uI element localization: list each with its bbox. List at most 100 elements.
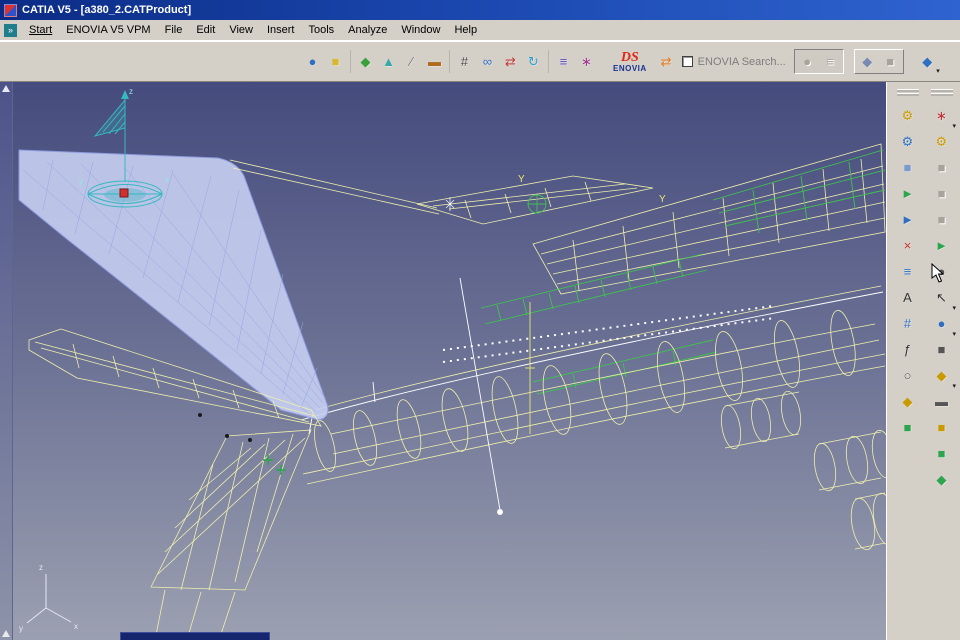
compass-handle[interactable] [120, 189, 128, 197]
annotation-pen-icon[interactable]: ▬ [423, 50, 446, 73]
menu-item-analyze[interactable]: Analyze [341, 21, 394, 39]
disconnect-glyph: × [904, 239, 912, 252]
enovia-search-field[interactable]: ENOVIA Search... [698, 56, 786, 68]
aircraft-model[interactable]: Y Y [19, 144, 886, 640]
enovia-transfer-slot: ⇄ [655, 50, 678, 73]
swap-exchange-glyph: ⇄ [505, 55, 516, 68]
enovia-search-go-icon[interactable]: ● [796, 50, 819, 73]
measure-inertia-icon[interactable]: ▲ [377, 50, 400, 73]
update-refresh-icon[interactable]: ↻ [522, 50, 545, 73]
material-render-icon[interactable]: ● [301, 50, 324, 73]
menu-item-view[interactable]: View [222, 21, 260, 39]
vpm-session-icon[interactable]: ∗▾ [928, 102, 955, 128]
menu-item-help[interactable]: Help [447, 21, 484, 39]
formula-glyph: ƒ [904, 343, 911, 356]
toolbar-group: ≡∗ [548, 50, 601, 73]
text-note-glyph: A [903, 291, 912, 304]
text-note-icon[interactable]: A [894, 284, 921, 310]
light-mode-icon[interactable]: ◆▾ [928, 362, 955, 388]
mailbox-icon[interactable]: ■ [928, 414, 955, 440]
measure-box-glyph: ■ [332, 55, 340, 68]
data-workbench-icon[interactable]: ■ [879, 50, 902, 73]
menu-item-window[interactable]: Window [394, 21, 447, 39]
options-star-glyph: ∗ [581, 55, 592, 68]
3d-scene[interactable]: Y Y [13, 82, 886, 640]
camera-view-icon[interactable]: ●▾ [928, 310, 955, 336]
triad-z-label: z [39, 563, 43, 572]
product-node-icon[interactable]: ■ [894, 414, 921, 440]
enovia-search-options-icon[interactable]: ≡ [819, 50, 842, 73]
folder-a-glyph: ■ [938, 161, 946, 174]
3d-viewport[interactable]: Y Y [13, 82, 886, 640]
folder-c-icon[interactable]: ■ [928, 206, 955, 232]
menu-item-enovia-v5-vpm[interactable]: ENOVIA V5 VPM [59, 21, 157, 39]
update-all-icon[interactable]: ⚙ [894, 102, 921, 128]
menu-item-tools[interactable]: Tools [301, 21, 341, 39]
spreadsheet-icon[interactable]: # [894, 310, 921, 336]
axis-triad: z x y [19, 563, 78, 633]
knowledge-gear-icon[interactable]: ⚙ [894, 128, 921, 154]
gear-tools-glyph: ⚙ [936, 135, 948, 148]
export-cube-icon[interactable]: ■ [928, 440, 955, 466]
swap-exchange-icon[interactable]: ⇄ [499, 50, 522, 73]
menu-item-insert[interactable]: Insert [260, 21, 302, 39]
save-disk-icon[interactable]: ◆ [928, 466, 955, 492]
menu-item-file[interactable]: File [158, 21, 190, 39]
enovia-search-checkbox[interactable] [682, 56, 693, 67]
section-slash-glyph: ∕ [410, 55, 412, 68]
new-window-icon[interactable]: ■ [894, 154, 921, 180]
send-green-icon[interactable]: ► [928, 232, 955, 258]
folder-a-icon[interactable]: ■ [928, 154, 955, 180]
menu-item-start[interactable]: Start [22, 21, 59, 39]
enovia-brand-text: ENOVIA [613, 65, 647, 73]
gear-tools-icon[interactable]: ⚙ [928, 128, 955, 154]
main-toolbar-groups: ●■◆▲∕▬#∞⇄↻≡∗ [298, 50, 601, 73]
toolbar-gripper[interactable] [931, 88, 953, 98]
search-scope-icon[interactable]: ○ [894, 362, 921, 388]
formula-icon[interactable]: ƒ [894, 336, 921, 362]
enovia-ds-text: DS [621, 51, 639, 65]
scroll-up-bottom-icon[interactable] [2, 630, 10, 637]
measure-between-icon[interactable]: ◆ [354, 50, 377, 73]
options-star-icon[interactable]: ∗ [575, 50, 598, 73]
document-icon[interactable]: » [4, 24, 17, 37]
edit-list-icon[interactable]: ≡ [894, 258, 921, 284]
send-green-glyph: ► [935, 239, 948, 252]
link-manager-icon[interactable]: ∞ [476, 50, 499, 73]
section-slash-icon[interactable]: ∕ [400, 50, 423, 73]
active-workbench-glyph: ◆ [922, 55, 932, 68]
export-data-glyph: ► [901, 187, 914, 200]
mailbox-glyph: ■ [938, 421, 946, 434]
vpm-workbench-icon[interactable]: ◆ [856, 50, 879, 73]
matrix-grid-icon[interactable]: ≡ [552, 50, 575, 73]
disconnect-icon[interactable]: × [894, 232, 921, 258]
triad-y-label: y [19, 624, 23, 633]
binoculars-icon[interactable]: ● [928, 258, 955, 284]
window-title: CATIA V5 - [a380_2.CATProduct] [22, 4, 191, 16]
toolbar-gripper[interactable] [897, 88, 919, 98]
title-bar[interactable]: CATIA V5 - [a380_2.CATProduct] [0, 0, 960, 20]
menu-bar: » StartENOVIA V5 VPMFileEditViewInsertTo… [0, 20, 960, 41]
import-data-icon[interactable]: ► [894, 206, 921, 232]
paint-mode-icon[interactable]: ◆ [894, 388, 921, 414]
design-table-icon[interactable]: # [453, 50, 476, 73]
scroll-up-icon[interactable] [2, 85, 10, 92]
docked-panel-edge[interactable] [120, 632, 270, 640]
printer-icon[interactable]: ▬ [928, 388, 955, 414]
measure-box-icon[interactable]: ■ [324, 50, 347, 73]
tree-scroll-strip[interactable] [0, 82, 13, 640]
menu-item-edit[interactable]: Edit [189, 21, 222, 39]
enovia-transfer-icon[interactable]: ⇄ [655, 50, 678, 73]
toolbar-group: ◆▲ ∕ ▬ [350, 50, 449, 73]
snapshot-icon[interactable]: ■ [928, 336, 955, 362]
axis-marker-y1: Y [518, 174, 525, 185]
design-table-glyph: # [461, 55, 468, 68]
enovia-logo: DS ENOVIA [613, 51, 647, 73]
product-node-glyph: ■ [904, 421, 912, 434]
export-data-icon[interactable]: ► [894, 180, 921, 206]
active-workbench-icon[interactable]: ◆▾ [916, 50, 939, 73]
folder-b-icon[interactable]: ■ [928, 180, 955, 206]
snapshot-glyph: ■ [938, 343, 946, 356]
binoculars-glyph: ● [938, 265, 946, 278]
select-pointer-icon[interactable]: ↖▾ [928, 284, 955, 310]
